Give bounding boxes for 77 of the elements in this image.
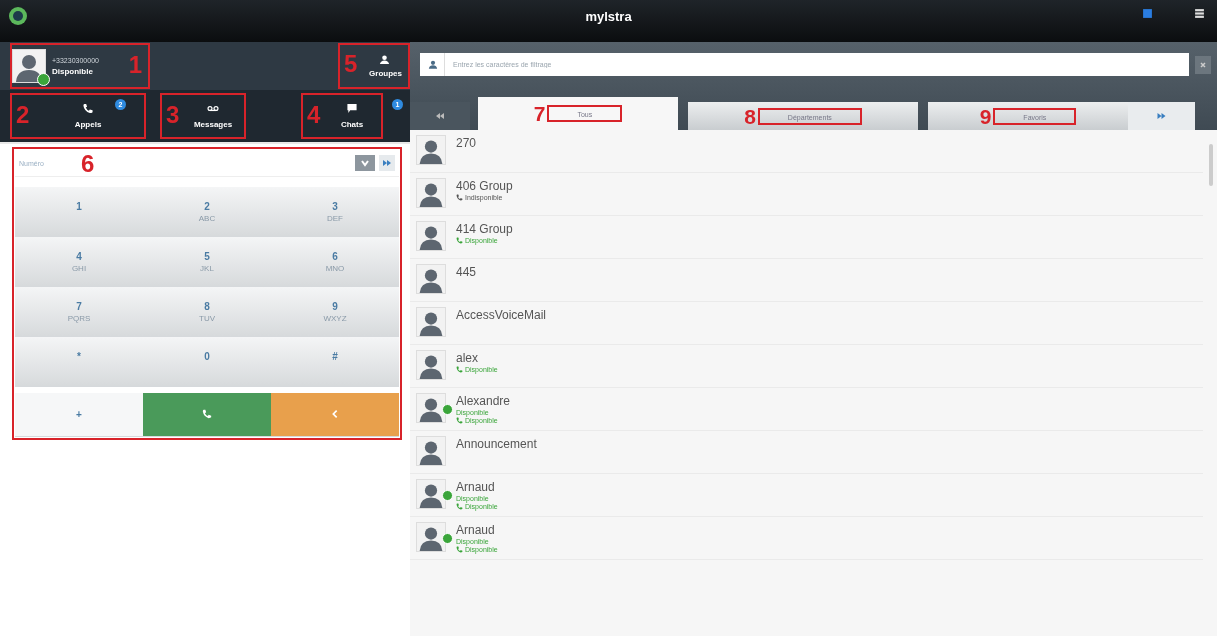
contact-name: 414 Group (456, 222, 513, 236)
contact-name: alex (456, 351, 479, 365)
status-text: Disponible (52, 66, 94, 76)
callout-number: 9 (979, 105, 992, 127)
phone-icon (456, 546, 463, 553)
person-icon (379, 54, 390, 65)
nav-tab[interactable]: 4 Chats (301, 93, 383, 139)
dropdown-button[interactable] (355, 155, 375, 171)
callout-number: 8 (744, 105, 756, 127)
phone-icon (82, 103, 94, 114)
phone-icon (456, 503, 463, 510)
contact-name: 270 (456, 136, 477, 150)
callout-number: 5 (344, 52, 358, 76)
contact-name: Arnaud (456, 480, 496, 494)
dial-key[interactable]: 4 GHI (15, 237, 143, 287)
window-icon[interactable] (1142, 8, 1153, 19)
menu-icon[interactable] (1194, 8, 1205, 19)
dial-key[interactable]: # (271, 337, 399, 387)
person-icon (420, 53, 445, 76)
callout-number: 1 (128, 53, 142, 77)
contact-name: 406 Group (456, 179, 513, 193)
callout-number: 2 (16, 103, 30, 127)
dial-key[interactable]: 8 TUV (143, 287, 271, 337)
chat-icon (346, 103, 358, 114)
chevron-down-icon (358, 158, 372, 168)
dial-key[interactable]: 9 WXYZ (271, 287, 399, 337)
phone-icon (202, 409, 212, 419)
contact-name: AccessVoiceMail (456, 308, 547, 322)
scrollbar[interactable] (1209, 144, 1213, 186)
contact-row[interactable]: Announcement (410, 431, 1203, 474)
callout-number: 3 (166, 103, 180, 127)
callout-number: 4 (307, 103, 321, 127)
avatar-icon (416, 307, 446, 337)
callout-number: 7 (533, 103, 546, 124)
nav-tab[interactable]: 3 Messages (160, 93, 246, 139)
phone-icon (456, 417, 463, 424)
avatar-icon (416, 479, 446, 509)
chevron-left-icon (330, 409, 340, 419)
dial-key[interactable]: 7 PQRS (15, 287, 143, 337)
window-title: mylstra (585, 8, 632, 24)
dial-key[interactable]: 1 (15, 187, 143, 237)
callout-number: 6 (81, 152, 95, 176)
double-arrow-icon (382, 158, 392, 168)
double-arrow-icon (435, 111, 445, 121)
avatar-icon (416, 350, 446, 380)
contact-name: 445 (456, 265, 477, 279)
call-button[interactable] (143, 393, 271, 437)
logo-icon (8, 6, 28, 26)
backspace-button[interactable] (271, 393, 399, 437)
contact-name: Alexandre (456, 394, 511, 408)
contact-name: Announcement (456, 437, 537, 451)
dial-key[interactable]: * (15, 337, 143, 387)
avatar-icon (416, 393, 446, 423)
forward-button[interactable] (379, 155, 395, 171)
avatar-icon (416, 436, 446, 466)
phone-icon (456, 366, 463, 373)
contact-row[interactable]: AccessVoiceMail (410, 302, 1203, 345)
close-button[interactable] (1195, 55, 1211, 74)
dial-key[interactable]: 3 DEF (271, 187, 399, 237)
voicemail-icon (207, 103, 219, 114)
avatar-icon (416, 221, 446, 251)
dial-key[interactable]: 2 ABC (143, 187, 271, 237)
avatar-icon (12, 49, 46, 83)
contact-row[interactable]: 445 (410, 259, 1203, 302)
contact-row[interactable]: 270 (410, 130, 1203, 173)
avatar-icon (416, 135, 446, 165)
avatar-icon (416, 264, 446, 294)
dial-key[interactable]: 5 JKL (143, 237, 271, 287)
dial-key[interactable]: 6 MNO (271, 237, 399, 287)
phone-icon (456, 237, 463, 244)
contact-name: Arnaud (456, 523, 496, 537)
dial-key[interactable]: 0 (143, 337, 271, 387)
phone-icon (456, 194, 463, 201)
avatar-icon (416, 178, 446, 208)
groups-button[interactable]: 5 Groupes (338, 43, 410, 89)
avatar-icon (416, 522, 446, 552)
plus-key[interactable]: + (15, 393, 143, 437)
